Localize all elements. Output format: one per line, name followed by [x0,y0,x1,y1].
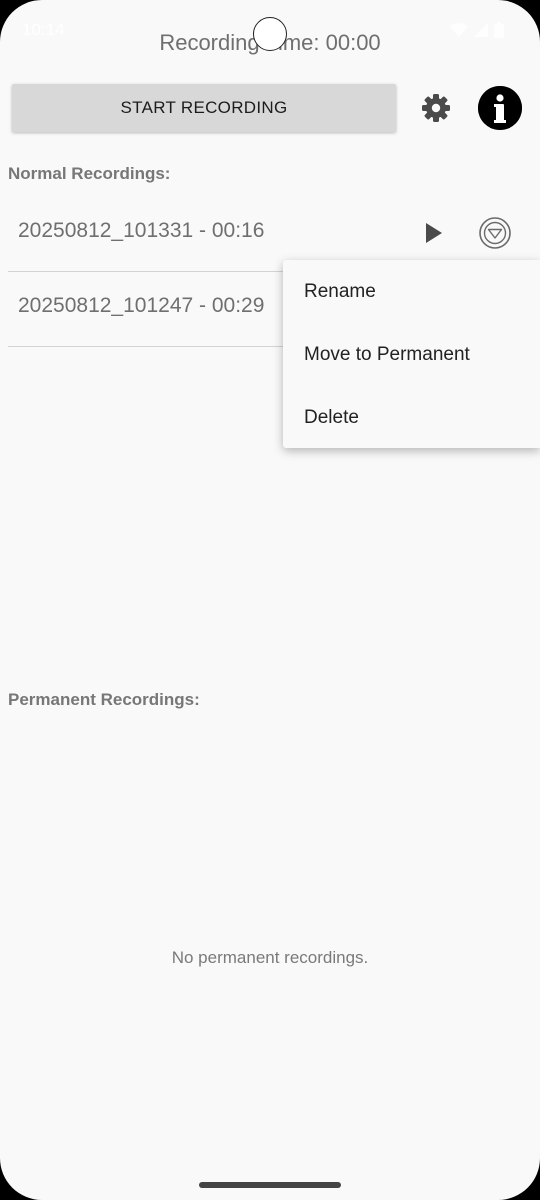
settings-button[interactable] [420,92,452,124]
gear-icon [422,94,450,122]
menu-item-rename[interactable]: Rename [283,260,540,323]
recording-options-menu: Rename Move to Permanent Delete [283,260,540,448]
empty-permanent-message: No permanent recordings. [171,948,369,967]
recording-label: 20250812_101331 - 00:16 [18,219,265,242]
info-button[interactable] [478,86,522,130]
recording-label: 20250812_101247 - 00:29 [18,294,265,317]
info-icon [478,86,522,130]
play-icon[interactable] [426,223,442,243]
start-recording-button[interactable]: START RECORDING [12,84,396,132]
camera-cutout [253,17,287,51]
phone-screen: 10:14 Recording Time: 00:00 START RECORD… [0,0,540,1200]
menu-item-delete[interactable]: Delete [283,386,540,449]
normal-recordings-header: Normal Recordings: [8,164,171,183]
options-menu-icon[interactable] [478,216,512,250]
home-indicator[interactable] [199,1182,341,1188]
permanent-recordings-header: Permanent Recordings: [8,690,200,709]
menu-item-move-to-permanent[interactable]: Move to Permanent [283,323,540,386]
